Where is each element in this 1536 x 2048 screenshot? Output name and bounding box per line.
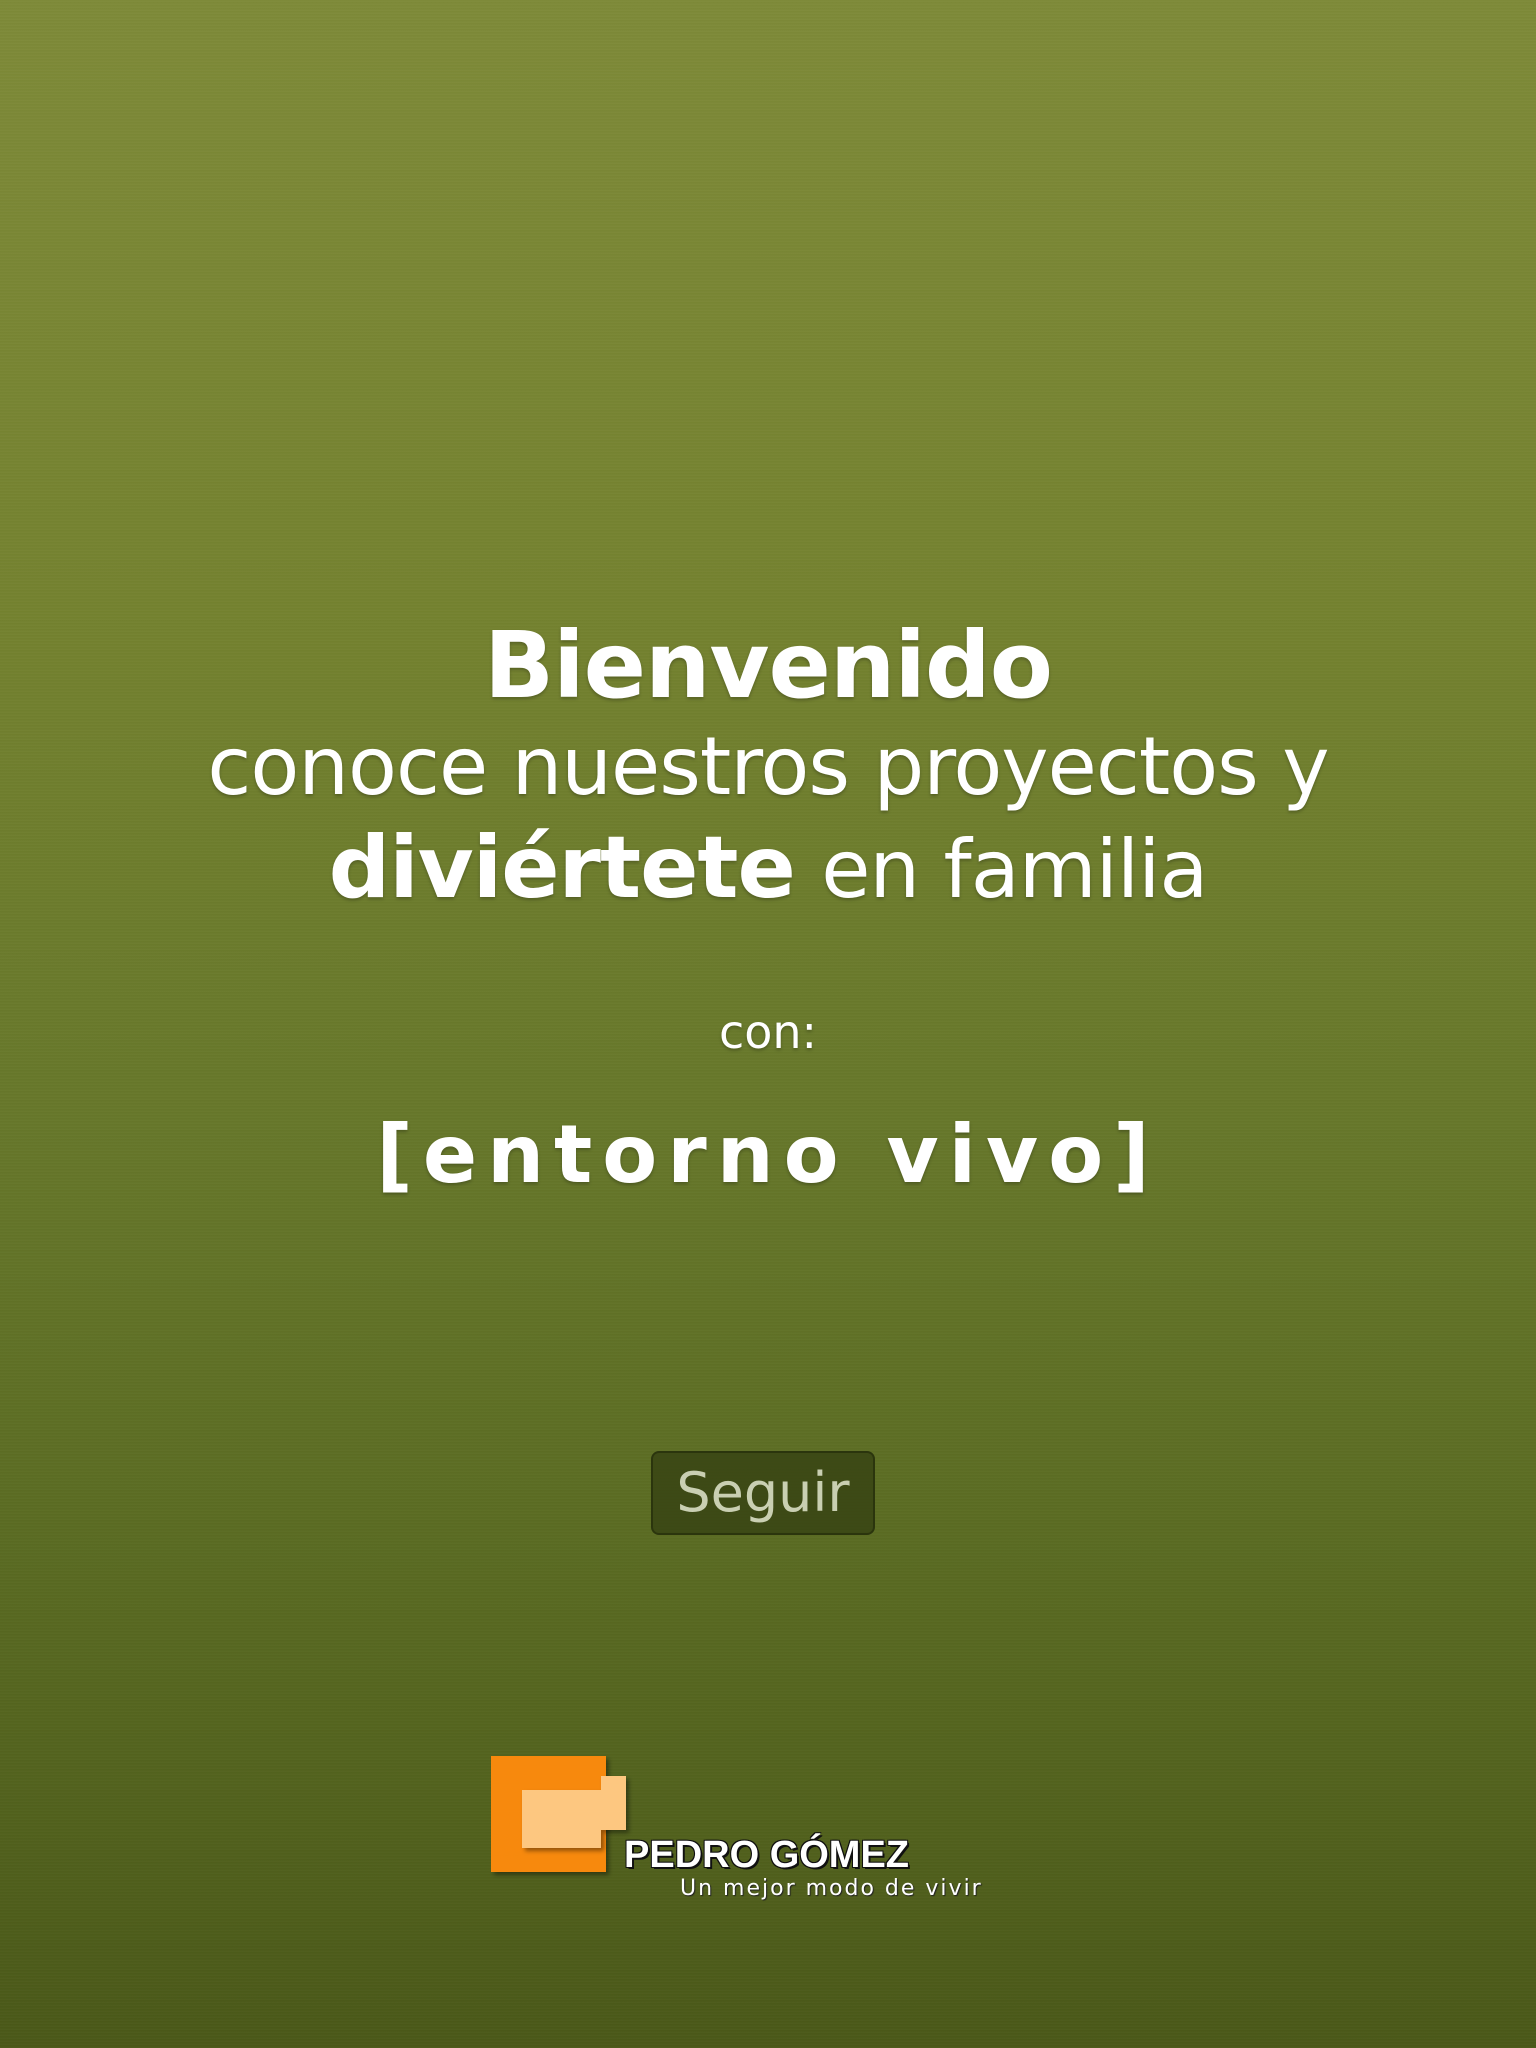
tagline: [entorno vivo] bbox=[376, 1108, 1160, 1201]
con-label: con: bbox=[718, 1005, 818, 1059]
continue-button[interactable]: Seguir bbox=[651, 1451, 875, 1535]
welcome-subtitle-line-1: conoce nuestros proyectos y bbox=[207, 720, 1329, 813]
welcome-title: Bienvenido bbox=[483, 612, 1053, 719]
brand-slogan: Un mejor modo de vivir bbox=[680, 1876, 983, 1901]
welcome-screen: Bienvenido conoce nuestros proyectos y d… bbox=[0, 0, 1536, 2048]
welcome-emphasis-text: diviértete bbox=[328, 818, 796, 918]
welcome-subtitle-line-2: diviértete en familia bbox=[0, 818, 1536, 918]
brand-name: PEDRO GÓMEZ bbox=[624, 1834, 910, 1876]
brand-logo: PEDRO GÓMEZ Un mejor modo de vivir bbox=[490, 1754, 1030, 1910]
welcome-subtitle-suffix: en familia bbox=[821, 823, 1208, 916]
